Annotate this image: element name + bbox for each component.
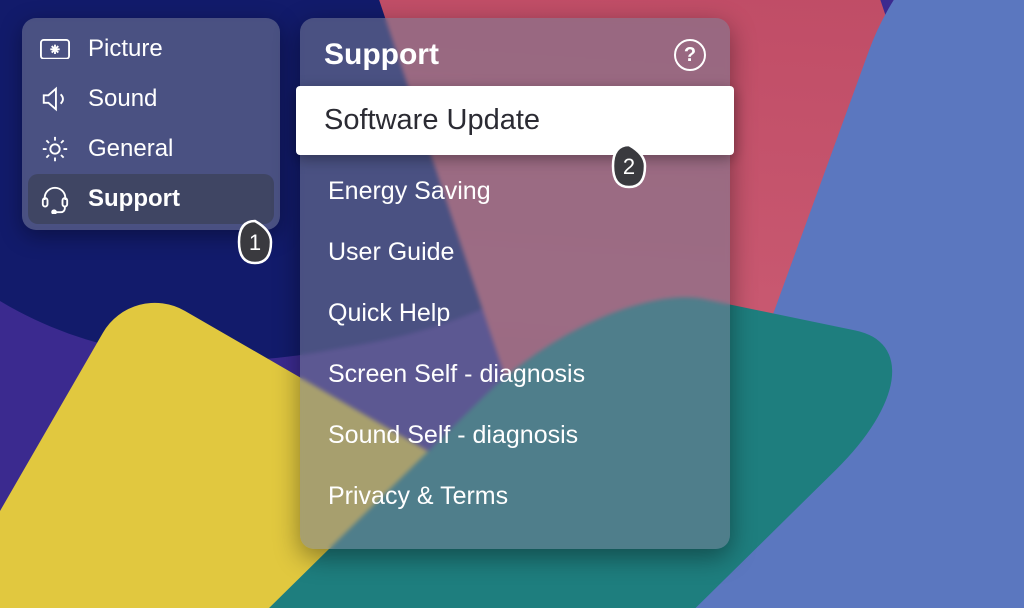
submenu-item-software-update[interactable]: Software Update — [296, 86, 734, 155]
sidebar-item-label: Picture — [88, 35, 163, 63]
submenu-header: Support ? — [300, 28, 730, 86]
submenu-item-label: User Guide — [328, 238, 454, 266]
submenu-item-label: Privacy & Terms — [328, 482, 508, 510]
submenu-item-label: Quick Help — [328, 299, 450, 327]
submenu-title: Support — [324, 38, 439, 72]
sidebar-item-label: General — [88, 135, 173, 163]
submenu-item-screen-self-diagnosis[interactable]: Screen Self - diagnosis — [300, 344, 730, 405]
headset-icon — [40, 184, 70, 214]
sidebar-item-general[interactable]: General — [28, 124, 274, 174]
submenu-item-label: Software Update — [324, 104, 540, 136]
sidebar-item-sound[interactable]: Sound — [28, 74, 274, 124]
submenu-item-label: Energy Saving — [328, 177, 491, 205]
support-submenu: Support ? Software Update Energy Saving … — [300, 18, 730, 549]
submenu-item-quick-help[interactable]: Quick Help — [300, 283, 730, 344]
submenu-item-sound-self-diagnosis[interactable]: Sound Self - diagnosis — [300, 405, 730, 466]
submenu-item-privacy-terms[interactable]: Privacy & Terms — [300, 466, 730, 527]
settings-sidebar: Picture Sound General — [22, 18, 280, 230]
speaker-icon — [40, 84, 70, 114]
gear-icon — [40, 134, 70, 164]
sidebar-item-support[interactable]: Support — [28, 174, 274, 224]
picture-icon — [40, 34, 70, 64]
submenu-item-label: Screen Self - diagnosis — [328, 360, 585, 388]
question-icon: ? — [684, 44, 696, 67]
sidebar-item-picture[interactable]: Picture — [28, 24, 274, 74]
sidebar-item-label: Sound — [88, 85, 157, 113]
help-button[interactable]: ? — [674, 39, 706, 71]
sidebar-item-label: Support — [88, 185, 180, 213]
submenu-item-label: Sound Self - diagnosis — [328, 421, 578, 449]
submenu-item-energy-saving[interactable]: Energy Saving — [300, 161, 730, 222]
submenu-item-user-guide[interactable]: User Guide — [300, 222, 730, 283]
